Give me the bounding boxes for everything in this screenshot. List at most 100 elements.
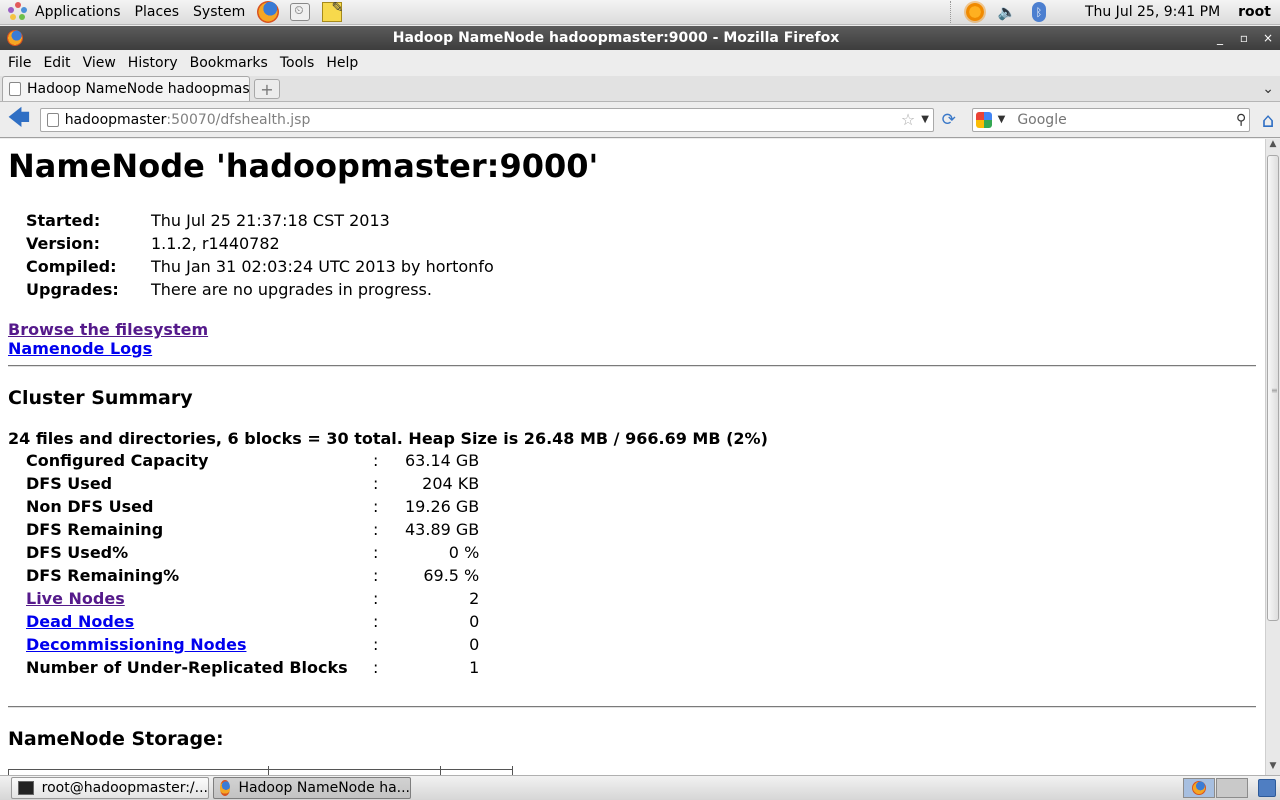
notes-launcher[interactable] (319, 0, 345, 23)
summary-value: 0 % (448, 543, 480, 562)
volume-control[interactable]: 🔈 (996, 1, 1018, 23)
divider (8, 706, 1256, 708)
summary-row: Configured Capacity: 63.14 GB (26, 449, 479, 472)
sun-icon (965, 3, 984, 21)
system-menu[interactable]: System (186, 0, 252, 25)
tab-hadoop-namenode[interactable]: Hadoop NameNode hadoopmas... (2, 76, 250, 101)
places-menu[interactable]: Places (128, 0, 187, 25)
info-key: Started: (26, 211, 101, 230)
url-host: hadoopmaster (64, 111, 167, 128)
info-value: There are no upgrades in progress. (151, 280, 432, 299)
namenode-logs-link[interactable]: Namenode Logs (8, 339, 208, 358)
summary-key: DFS Used% (26, 543, 129, 562)
summary-key: DFS Used (26, 474, 113, 493)
home-button[interactable]: ⌂ (1256, 108, 1280, 132)
bluetooth-control[interactable]: ᛒ (1028, 1, 1050, 23)
workspace-1[interactable] (1183, 778, 1215, 798)
system-tray: 🔈 ᛒ Thu Jul 25, 9:41 PM root (942, 0, 1280, 25)
update-notifier[interactable] (964, 1, 986, 23)
user-menu[interactable]: root (1238, 4, 1271, 20)
window-titlebar[interactable]: Hadoop NameNode hadoopmaster:9000 - Mozi… (0, 26, 1280, 50)
reload-button[interactable]: ⟳ (938, 109, 960, 131)
menu-history[interactable]: History (122, 55, 184, 71)
search-binoculars-icon[interactable]: ⚲ (1236, 112, 1246, 128)
firefox-icon (220, 780, 231, 796)
back-arrow-icon: 🡄 (7, 105, 31, 131)
info-row: Compiled: Thu Jan 31 02:03:24 UTC 2013 by… (26, 255, 494, 278)
applications-menu-label: Applications (35, 4, 121, 20)
mail-launcher[interactable] (287, 1, 313, 23)
vertical-scrollbar[interactable]: ▲ ≡ ▼ (1265, 139, 1280, 775)
speaker-icon: 🔈 (997, 3, 1017, 21)
page-links: Browse the filesystem Namenode Logs (8, 320, 208, 358)
url-bar[interactable]: hadoopmaster:50070/dfshealth.jsp ☆ ▼ (39, 107, 934, 132)
summary-value: 19.26 GB (405, 497, 480, 516)
browse-filesystem-link[interactable]: Browse the filesystem (8, 320, 208, 339)
summary-row: Number of Under-Replicated Blocks: 1 (26, 656, 479, 679)
info-value: 1.1.2, r1440782 (151, 234, 280, 253)
trash-icon[interactable] (1258, 779, 1276, 797)
decommissioning-nodes-link[interactable]: Decommissioning Nodes (26, 635, 246, 654)
maximize-button[interactable]: ▫ (1232, 31, 1256, 45)
scrollbar-thumb[interactable]: ≡ (1267, 155, 1279, 621)
summary-separator: : (373, 497, 379, 516)
summary-row: DFS Remaining: 43.89 GB (26, 518, 479, 541)
summary-separator: : (373, 474, 379, 493)
workspace-2[interactable] (1216, 778, 1248, 798)
scrollbar-grip-icon: ≡ (1271, 386, 1278, 395)
summary-value: 69.5 % (423, 566, 480, 585)
info-row: Started: Thu Jul 25 21:37:18 CST 2013 (26, 209, 494, 232)
scroll-up-icon[interactable]: ▲ (1266, 139, 1280, 153)
url-history-dropdown-icon[interactable]: ▼ (921, 114, 929, 125)
google-search-engine-icon[interactable] (975, 111, 992, 128)
search-engine-dropdown-icon[interactable]: ▼ (998, 114, 1006, 125)
menu-tools[interactable]: Tools (274, 55, 321, 71)
divider (8, 365, 1256, 367)
taskbar-firefox-label: Hadoop NameNode ha... (238, 780, 410, 796)
bookmark-star-icon[interactable]: ☆ (901, 110, 915, 129)
search-bar[interactable]: ▼ ⚲ (971, 107, 1251, 132)
menu-help[interactable]: Help (320, 55, 364, 71)
summary-line: 24 files and directories, 6 blocks = 30 … (8, 429, 768, 448)
summary-separator: : (373, 520, 379, 539)
new-tab-button[interactable]: + (254, 79, 280, 99)
summary-row: DFS Remaining%: 69.5 % (26, 564, 479, 587)
close-button[interactable]: × (1256, 31, 1280, 45)
taskbar-firefox[interactable]: Hadoop NameNode ha... (213, 777, 411, 799)
menu-view[interactable]: View (77, 55, 122, 71)
info-value: Thu Jan 31 02:03:24 UTC 2013 by hortonfo (151, 257, 494, 276)
top-panel: Applications Places System 🔈 ᛒ Thu Jul 2… (0, 0, 1280, 25)
back-button[interactable]: 🡄 (6, 106, 32, 133)
summary-row: Decommissioning Nodes: 0 (26, 633, 479, 656)
namenode-info-table: Started: Thu Jul 25 21:37:18 CST 2013 Ver… (26, 209, 494, 301)
bottom-taskbar: root@hadoopmaster:/... Hadoop NameNode h… (0, 775, 1280, 800)
mail-clock-icon (290, 3, 311, 21)
bluetooth-icon: ᛒ (1031, 2, 1046, 22)
live-nodes-link[interactable]: Live Nodes (26, 589, 125, 608)
info-key: Compiled: (26, 257, 117, 276)
summary-value: 0 (469, 635, 480, 654)
scroll-down-icon[interactable]: ▼ (1266, 761, 1280, 775)
dead-nodes-link[interactable]: Dead Nodes (26, 612, 134, 631)
info-key: Upgrades: (26, 280, 119, 299)
search-input[interactable] (1017, 111, 1218, 128)
summary-value: 43.89 GB (405, 520, 480, 539)
firefox-icon (1192, 781, 1206, 795)
applications-menu[interactable]: Applications (0, 0, 128, 25)
menubar: File Edit View History Bookmarks Tools H… (0, 50, 1280, 76)
site-identity-icon[interactable] (46, 112, 59, 127)
summary-key: DFS Remaining% (26, 566, 180, 585)
clock[interactable]: Thu Jul 25, 9:41 PM (1085, 4, 1220, 20)
taskbar-terminal[interactable]: root@hadoopmaster:/... (11, 777, 209, 799)
summary-separator: : (373, 658, 379, 677)
menu-edit[interactable]: Edit (37, 55, 76, 71)
summary-separator: : (373, 543, 379, 562)
firefox-launcher[interactable] (255, 1, 281, 23)
summary-row: Non DFS Used: 19.26 GB (26, 495, 479, 518)
menu-bookmarks[interactable]: Bookmarks (184, 55, 274, 71)
summary-row: Live Nodes: 2 (26, 587, 479, 610)
page-icon (9, 82, 21, 96)
tab-list-button[interactable]: ⌄ (1262, 81, 1274, 97)
menu-file[interactable]: File (2, 55, 37, 71)
summary-key: Number of Under-Replicated Blocks (26, 658, 348, 677)
